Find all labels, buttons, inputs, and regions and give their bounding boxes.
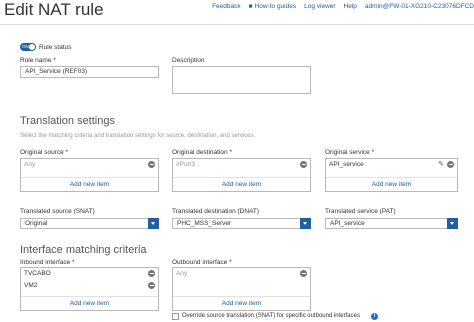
admin-account-menu[interactable]: admin@FW-01-XG210-C23076DFCD bbox=[365, 3, 474, 10]
info-icon[interactable]: i bbox=[371, 313, 378, 320]
translated-source-select[interactable]: Original bbox=[20, 218, 159, 229]
chevron-down-icon[interactable] bbox=[300, 218, 311, 229]
pencil-icon[interactable]: ✎ bbox=[437, 161, 445, 169]
remove-icon[interactable] bbox=[148, 270, 155, 277]
list-item: Any bbox=[173, 268, 310, 280]
list-item: TVCABO bbox=[21, 268, 158, 280]
translation-settings-description: Select the matching criteria and transla… bbox=[20, 133, 256, 139]
chevron-down-icon[interactable] bbox=[148, 218, 159, 229]
original-destination-list: #Port3 Add new item bbox=[172, 158, 311, 192]
select-value: API_service bbox=[330, 220, 365, 227]
original-source-list: Any Add new item bbox=[20, 158, 159, 192]
list-item: Any bbox=[21, 159, 158, 171]
original-service-list: API_service ✎ Add new item bbox=[325, 158, 458, 192]
list-item: API_service ✎ bbox=[326, 159, 457, 171]
outbound-interface-label: Outbound interface * bbox=[172, 259, 232, 266]
toggle-on-text: ON bbox=[22, 44, 29, 49]
add-new-item-button[interactable]: Add new item bbox=[21, 296, 158, 310]
inbound-interface-label: Inbound interface * bbox=[20, 259, 75, 266]
how-to-guides-link[interactable]: ■ How-to guides bbox=[249, 3, 297, 10]
original-destination-label: Original destination * bbox=[172, 149, 232, 156]
translation-settings-heading: Translation settings bbox=[20, 115, 115, 127]
translated-service-label: Translated service (PAT) bbox=[325, 208, 396, 215]
add-new-item-button[interactable]: Add new item bbox=[173, 177, 310, 191]
add-new-item-button[interactable]: Add new item bbox=[326, 177, 457, 191]
how-to-guides-label: How-to guides bbox=[254, 3, 297, 10]
inbound-interface-list: TVCABO VM2 Add new item bbox=[20, 267, 159, 311]
rule-name-input[interactable]: API_Service (REF03) bbox=[20, 66, 159, 78]
outbound-interface-list: Any Add new item bbox=[172, 267, 311, 311]
original-source-label: Original source * bbox=[20, 149, 69, 156]
description-textarea[interactable] bbox=[172, 66, 311, 94]
rule-status-label: Rule status bbox=[39, 44, 72, 51]
add-new-item-button[interactable]: Add new item bbox=[173, 296, 310, 310]
list-item: #Port3 bbox=[173, 159, 310, 171]
override-snat-label: Override source translation (SNAT) for s… bbox=[182, 313, 360, 319]
list-item-text: TVCABO bbox=[24, 270, 51, 277]
list-item-text: Any bbox=[176, 270, 188, 277]
remove-icon[interactable] bbox=[447, 161, 454, 168]
toggle-knob bbox=[29, 44, 35, 50]
add-new-item-button[interactable]: Add new item bbox=[21, 177, 158, 191]
list-item: VM2 bbox=[21, 280, 158, 292]
select-value: Original bbox=[25, 220, 48, 227]
list-item-text: API_service bbox=[329, 161, 364, 168]
header-divider bbox=[0, 24, 474, 25]
translated-service-select[interactable]: API_service bbox=[325, 218, 458, 229]
list-item-text: #Port3 bbox=[176, 161, 196, 168]
translated-source-label: Translated source (SNAT) bbox=[20, 208, 95, 215]
interface-matching-heading: Interface matching criteria bbox=[20, 244, 147, 256]
select-value: PHC_MSS_Server bbox=[177, 220, 232, 227]
help-link[interactable]: Help bbox=[344, 3, 357, 10]
video-camera-icon: ■ bbox=[248, 3, 253, 10]
translated-destination-label: Translated destination (DNAT) bbox=[172, 208, 260, 215]
translated-destination-select[interactable]: PHC_MSS_Server bbox=[172, 218, 311, 229]
remove-icon[interactable] bbox=[148, 161, 155, 168]
original-service-label: Original service * bbox=[325, 149, 375, 156]
list-item-text: VM2 bbox=[24, 282, 38, 289]
rule-status-toggle[interactable]: ON bbox=[20, 43, 36, 51]
top-navigation: Feedback ■ How-to guides Log viewer Help … bbox=[212, 3, 474, 10]
chevron-down-icon[interactable] bbox=[447, 218, 458, 229]
feedback-link[interactable]: Feedback bbox=[212, 3, 241, 10]
remove-icon[interactable] bbox=[300, 161, 307, 168]
override-snat-checkbox[interactable] bbox=[172, 313, 179, 320]
remove-icon[interactable] bbox=[148, 282, 155, 289]
rule-name-label: Rule name * bbox=[20, 57, 56, 64]
page-title: Edit NAT rule bbox=[4, 0, 104, 19]
remove-icon[interactable] bbox=[300, 270, 307, 277]
description-label: Description bbox=[172, 57, 205, 64]
list-item-text: Any bbox=[24, 161, 36, 168]
log-viewer-link[interactable]: Log viewer bbox=[304, 3, 335, 10]
